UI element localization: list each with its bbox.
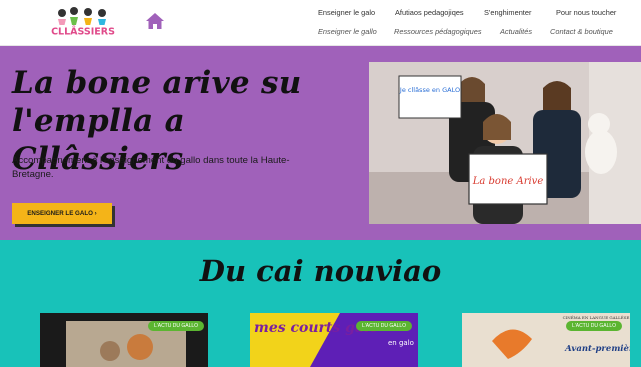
news-card-heading: Avant-première (564, 343, 630, 354)
logo-wordmark: CLLÂSSIERS (51, 26, 115, 38)
nav-enseigner-le-gallo[interactable]: Enseigner le gallo (318, 27, 377, 36)
home-icon[interactable] (145, 12, 165, 30)
news-card[interactable]: mes courts galo en galo L'ACTU DU GALLO (250, 313, 418, 367)
hero-photo: Je cllâsse en GALO La bone Arive (369, 62, 641, 224)
news-card-caption: CINÉMA EN LANGUE GALLÈSE (563, 315, 630, 320)
news-card[interactable]: CINÉMA EN LANGUE GALLÈSE Avant-première … (462, 313, 630, 367)
enseigner-le-galo-button[interactable]: ENSEIGNER LE GALO › (12, 203, 112, 224)
news-card-caption: en galo (388, 339, 414, 347)
nav-pour-nous-toucher[interactable]: Pour nous toucher (556, 8, 616, 17)
site-header: CLLÂSSIERS Enseigner le galo Afutiaos pe… (0, 0, 641, 46)
nav-enseigner-le-galo[interactable]: Enseigner le galo (318, 8, 375, 17)
hero-section: La bone arive su l'emplla a Cllâssiers A… (0, 46, 641, 240)
cllassiers-logo[interactable]: CLLÂSSIERS (48, 5, 118, 41)
nav-afutiaos-pedagojiqes[interactable]: Afutiaos pedagojiqes (395, 8, 464, 17)
news-card-badge: L'ACTU DU GALLO (148, 321, 205, 331)
photo-sign-top: Je cllâsse en GALO (399, 86, 460, 94)
nav-ressources-pedagogiques[interactable]: Ressources pédagogiques (394, 27, 482, 36)
nav-actualites[interactable]: Actualités (500, 27, 532, 36)
nav-contact-boutique[interactable]: Contact & boutique (550, 27, 613, 36)
news-title: Du cai nouviao (199, 254, 442, 288)
photo-sign-bottom: La bone Arive (472, 176, 544, 187)
nav-senghimenter[interactable]: S'enghimenter (484, 8, 531, 17)
news-section: Du cai nouviao L'ACTU DU GALLO mes court… (0, 240, 641, 367)
news-card[interactable]: L'ACTU DU GALLO (40, 313, 208, 367)
news-card-badge: L'ACTU DU GALLO (356, 321, 413, 331)
hero-description: Accompagnement à l'enseignement du gallo… (12, 155, 290, 180)
news-card-badge: L'ACTU DU GALLO (566, 321, 623, 331)
